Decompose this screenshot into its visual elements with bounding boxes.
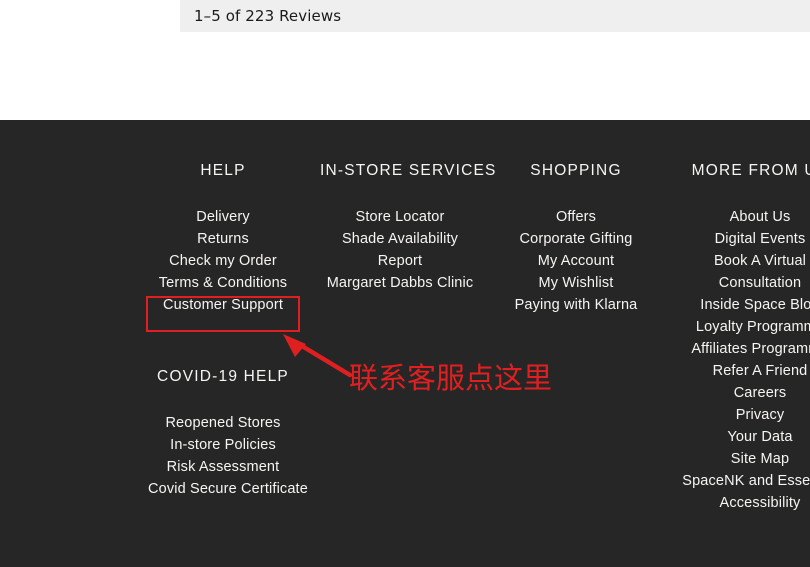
footer-links-more-from-us: About Us Digital Events Book A Virtual C… xyxy=(672,206,810,514)
footer-link-shade-availability[interactable]: Shade Availability xyxy=(320,228,480,250)
footer-link-book-a-virtual[interactable]: Book A Virtual xyxy=(672,250,810,272)
footer-link-affiliates-programme[interactable]: Affiliates Programme xyxy=(672,338,810,360)
site-footer: HELP Delivery Returns Check my Order Ter… xyxy=(0,120,810,567)
reviews-summary-bar: 1–5 of 223 Reviews xyxy=(180,0,810,32)
footer-heading-covid-19-help: COVID-19 HELP xyxy=(157,368,289,385)
footer-column-covid-19-help: COVID-19 HELP Reopened Stores In-store P… xyxy=(148,368,308,500)
footer-links-in-store-services: Store Locator Shade Availability Report … xyxy=(320,206,480,294)
footer-column-shopping: SHOPPING Offers Corporate Gifting My Acc… xyxy=(500,162,652,316)
footer-link-loyalty-programme[interactable]: Loyalty Programme xyxy=(672,316,810,338)
footer-heading-shopping: SHOPPING xyxy=(530,162,622,179)
footer-link-site-map[interactable]: Site Map xyxy=(672,448,810,470)
footer-link-delivery[interactable]: Delivery xyxy=(148,206,298,228)
footer-link-store-locator[interactable]: Store Locator xyxy=(320,206,480,228)
footer-links-shopping: Offers Corporate Gifting My Account My W… xyxy=(500,206,652,316)
footer-column-in-store-services: IN-STORE SERVICES Store Locator Shade Av… xyxy=(320,162,497,294)
footer-link-corporate-gifting[interactable]: Corporate Gifting xyxy=(500,228,652,250)
footer-column-help: HELP Delivery Returns Check my Order Ter… xyxy=(148,162,298,316)
footer-link-accessibility[interactable]: Accessibility xyxy=(672,492,810,514)
footer-link-digital-events[interactable]: Digital Events xyxy=(672,228,810,250)
footer-link-about-us[interactable]: About Us xyxy=(672,206,810,228)
footer-link-report[interactable]: Report xyxy=(320,250,480,272)
footer-link-consultation[interactable]: Consultation xyxy=(672,272,810,294)
footer-link-risk-assessment[interactable]: Risk Assessment xyxy=(148,456,298,478)
footer-link-in-store-policies[interactable]: In-store Policies xyxy=(148,434,298,456)
footer-heading-help: HELP xyxy=(200,162,246,179)
footer-link-my-account[interactable]: My Account xyxy=(500,250,652,272)
footer-links-covid-19-help: Reopened Stores In-store Policies Risk A… xyxy=(148,412,308,500)
footer-heading-in-store-services: IN-STORE SERVICES xyxy=(320,162,497,179)
footer-heading-more-from-us: MORE FROM US xyxy=(691,162,810,179)
footer-link-customer-support[interactable]: Customer Support xyxy=(148,294,298,316)
footer-link-offers[interactable]: Offers xyxy=(500,206,652,228)
footer-link-spacenk-and-essential[interactable]: SpaceNK and Essential xyxy=(672,470,810,492)
footer-link-your-data[interactable]: Your Data xyxy=(672,426,810,448)
reviews-count-label: 1–5 of 223 Reviews xyxy=(194,7,342,25)
footer-link-privacy[interactable]: Privacy xyxy=(672,404,810,426)
footer-link-covid-secure-certificate[interactable]: Covid Secure Certificate xyxy=(148,478,308,500)
footer-link-refer-a-friend[interactable]: Refer A Friend xyxy=(672,360,810,382)
footer-link-inside-space-blog[interactable]: Inside Space Blog xyxy=(672,294,810,316)
footer-link-check-my-order[interactable]: Check my Order xyxy=(148,250,298,272)
footer-links-help: Delivery Returns Check my Order Terms & … xyxy=(148,206,298,316)
footer-link-margaret-dabbs-clinic[interactable]: Margaret Dabbs Clinic xyxy=(320,272,480,294)
page-content-area: 1–5 of 223 Reviews xyxy=(0,0,810,120)
footer-link-reopened-stores[interactable]: Reopened Stores xyxy=(148,412,298,434)
footer-link-terms-and-conditions[interactable]: Terms & Conditions xyxy=(148,272,298,294)
footer-link-my-wishlist[interactable]: My Wishlist xyxy=(500,272,652,294)
footer-link-returns[interactable]: Returns xyxy=(148,228,298,250)
footer-link-careers[interactable]: Careers xyxy=(672,382,810,404)
footer-link-paying-with-klarna[interactable]: Paying with Klarna xyxy=(500,294,652,316)
footer-column-more-from-us: MORE FROM US About Us Digital Events Boo… xyxy=(672,162,810,514)
